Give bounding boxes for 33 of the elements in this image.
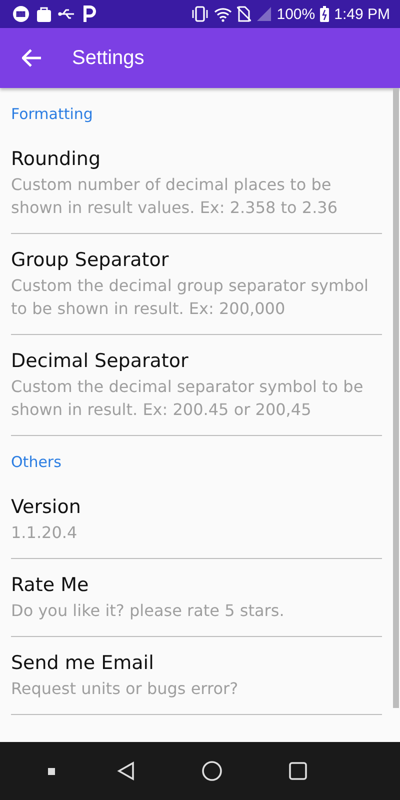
clock-time: 1:49 PM <box>334 6 390 22</box>
settings-item[interactable]: Rate Me Do you like it? please rate 5 stars. <box>11 559 382 637</box>
battery-percent: 100% <box>276 6 316 22</box>
recents-button[interactable] <box>48 768 56 774</box>
signal-icon <box>256 6 272 22</box>
item-title: Send me Email <box>11 651 155 676</box>
item-summary: Custom the decimal separator symbol to be shown in result. Ex: 200.45 or 200,45 <box>11 376 364 421</box>
back-button[interactable] <box>20 47 44 69</box>
settings-item[interactable]: Rounding Custom number of decimal places to be shown in result values. Ex: 2.358 to 2.36 <box>11 133 382 234</box>
item-summary: Do you like it? please rate 5 stars. <box>11 600 286 622</box>
vibrate-icon <box>190 6 209 22</box>
parking-icon <box>82 5 96 23</box>
section-header: Others <box>11 452 62 473</box>
item-title: Decimal Separator <box>11 349 190 374</box>
settings-item[interactable]: Decimal Separator Custom the decimal separator symbol to be shown in result. Ex: 200.45 or 200,45 <box>11 335 382 436</box>
settings-item[interactable]: Version 1.1.20.4 <box>11 481 382 559</box>
item-summary: 1.1.20.4 <box>11 522 78 544</box>
wifi-icon <box>214 6 232 22</box>
settings-item[interactable]: Group Separator Custom the decimal group separator symbol to be shown in result. Ex: 200,000 <box>11 234 382 335</box>
item-title: Rounding <box>11 147 102 172</box>
item-summary: Custom number of decimal places to be shown in result values. Ex: 2.358 to 2.36 <box>11 174 339 219</box>
bag-icon <box>36 6 52 22</box>
item-title: Version <box>11 495 82 520</box>
item-summary: Request units or bugs error? <box>11 678 240 700</box>
no-sim-icon <box>236 6 251 22</box>
item-title: Rate Me <box>11 573 90 598</box>
item-title: Group Separator <box>11 248 170 273</box>
battery-icon <box>320 6 330 22</box>
item-summary: Custom the decimal group separator symbol to be shown in result. Ex: 200,000 <box>11 275 369 320</box>
section-header: Formatting <box>11 104 94 125</box>
usb-icon <box>58 8 76 20</box>
settings-item[interactable]: Send me Email Request units or bugs error? <box>11 637 382 715</box>
screen-title: Settings <box>72 46 144 70</box>
